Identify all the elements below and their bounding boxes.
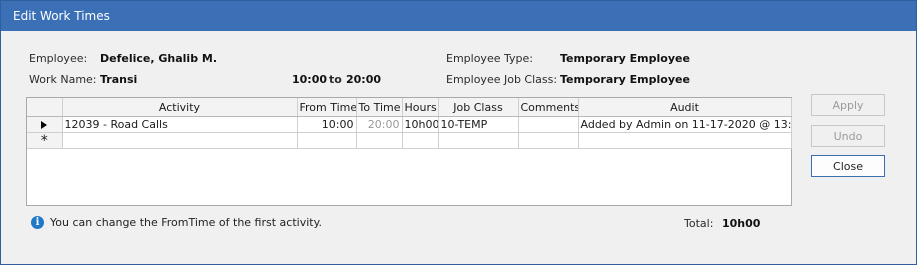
grid-header-row: Activity From Time To Time Hours Job Cla… [27,98,792,117]
info-text: You can change the FromTime of the first… [50,216,323,229]
column-header-comments[interactable]: Comments [518,98,579,117]
info-icon: i [31,216,44,229]
cell-job-class[interactable]: 10-TEMP [438,116,519,133]
grid-corner [27,98,63,117]
new-row-cell[interactable] [578,132,792,149]
new-row-cell[interactable] [438,132,519,149]
cell-activity[interactable]: 12039 - Road Calls [62,116,298,133]
new-row-cell[interactable] [356,132,403,149]
column-header-job-class[interactable]: Job Class [438,98,519,117]
employee-value: Defelice, Ghalib M. [100,52,218,65]
apply-button[interactable]: Apply [811,94,885,116]
work-time-end: 20:00 [346,73,382,86]
column-header-activity[interactable]: Activity [62,98,298,117]
work-time-to: to [329,73,342,86]
cell-comments[interactable] [518,116,579,133]
work-name-label: Work Name: [29,73,97,86]
dialog-content: Employee: Defelice, Ghalib M. Work Name:… [1,31,916,264]
info-message: i You can change the FromTime of the fir… [31,216,322,229]
row-selector[interactable] [27,116,63,133]
work-times-grid[interactable]: Activity From Time To Time Hours Job Cla… [26,97,792,206]
cell-to-time[interactable]: 20:00 [356,116,403,133]
cell-from-time[interactable]: 10:00 [297,116,357,133]
column-header-to-time[interactable]: To Time [356,98,403,117]
dialog-title: Edit Work Times [13,9,110,23]
new-row[interactable]: * [27,132,792,149]
dialog-titlebar[interactable]: Edit Work Times [1,1,916,31]
new-row-cell[interactable] [62,132,298,149]
column-header-hours[interactable]: Hours [402,98,439,117]
new-row-star-icon: * [27,132,63,149]
employee-label: Employee: [29,52,88,65]
table-row[interactable]: 12039 - Road Calls 10:00 20:00 10h00 10-… [27,116,792,133]
employee-type-value: Temporary Employee [560,52,690,65]
column-header-audit[interactable]: Audit [578,98,792,117]
total-value: 10h00 [722,217,761,230]
employee-type-label: Employee Type: [446,52,533,65]
total-label: Total: [684,217,714,230]
cell-audit[interactable]: Added by Admin on 11-17-2020 @ 13:37 [578,116,792,133]
employee-job-class-label: Employee Job Class: [446,73,558,86]
undo-button[interactable]: Undo [811,125,885,147]
edit-work-times-dialog: Edit Work Times Employee: Defelice, Ghal… [0,0,917,265]
new-row-cell[interactable] [402,132,439,149]
work-name-value: Transi [100,73,138,86]
column-header-from-time[interactable]: From Time [297,98,357,117]
new-row-cell[interactable] [297,132,357,149]
new-row-cell[interactable] [518,132,579,149]
work-time-start: 10:00 [292,73,328,86]
employee-job-class-value: Temporary Employee [560,73,690,86]
close-button[interactable]: Close [811,155,885,177]
row-pointer-arrow-icon [41,121,48,129]
cell-hours[interactable]: 10h00 [402,116,439,133]
